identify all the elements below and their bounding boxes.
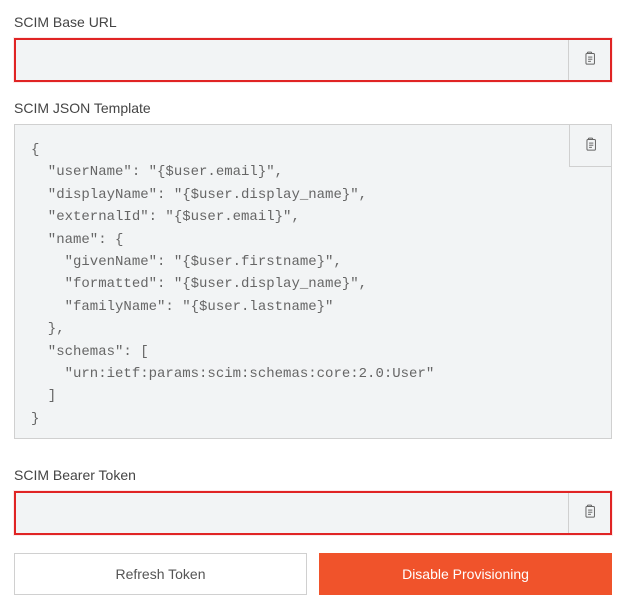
clipboard-icon [582, 136, 599, 156]
scim-json-template-label: SCIM JSON Template [14, 100, 612, 116]
scim-json-template-field: { "userName": "{$user.email}", "displayN… [14, 124, 612, 439]
scim-bearer-token-group: SCIM Bearer Token [14, 467, 612, 535]
scim-json-template-copy-button[interactable] [569, 125, 611, 167]
scim-json-template-value: { "userName": "{$user.email}", "displayN… [31, 139, 611, 430]
scim-bearer-token-label: SCIM Bearer Token [14, 467, 612, 483]
scim-json-template-scroll[interactable]: { "userName": "{$user.email}", "displayN… [15, 125, 611, 438]
scim-json-template-group: SCIM JSON Template { "userName": "{$user… [14, 100, 612, 439]
scim-base-url-group: SCIM Base URL [14, 14, 612, 82]
scim-bearer-token-copy-button[interactable] [568, 493, 610, 533]
scim-base-url-field[interactable] [14, 38, 612, 82]
clipboard-icon [581, 503, 598, 523]
clipboard-icon [581, 50, 598, 70]
scim-base-url-label: SCIM Base URL [14, 14, 612, 30]
scim-base-url-value [16, 40, 568, 80]
refresh-token-button[interactable]: Refresh Token [14, 553, 307, 595]
disable-provisioning-button[interactable]: Disable Provisioning [319, 553, 612, 595]
scim-bearer-token-field[interactable] [14, 491, 612, 535]
action-row: Refresh Token Disable Provisioning [14, 553, 612, 595]
scim-bearer-token-value [16, 493, 568, 533]
scim-base-url-copy-button[interactable] [568, 40, 610, 80]
